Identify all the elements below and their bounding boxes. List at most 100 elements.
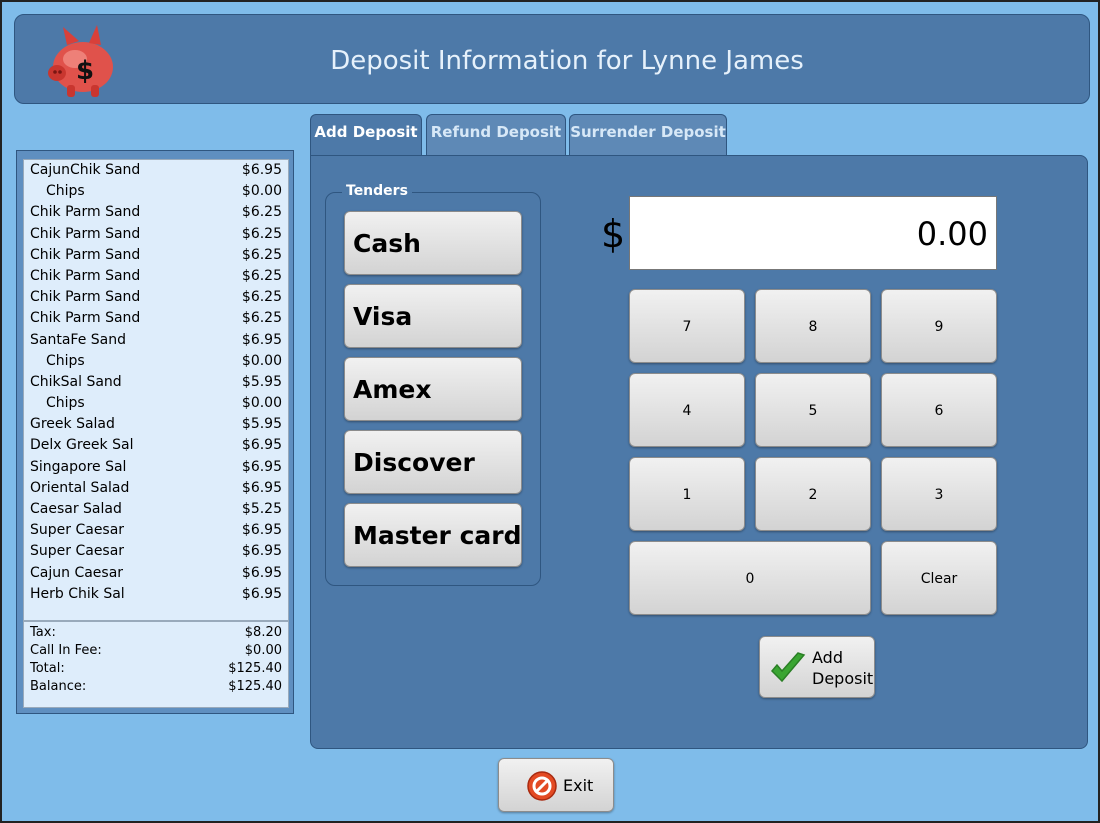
order-item-row[interactable]: Chik Parm Sand $6.25: [24, 308, 288, 329]
order-item-price: $6.95: [241, 437, 282, 454]
totals-value: $125.40: [228, 679, 282, 694]
order-item-row[interactable]: Singapore Sal $6.95: [24, 457, 288, 478]
keypad-8-button[interactable]: 8: [755, 289, 871, 363]
order-item-price: $6.95: [241, 585, 282, 602]
order-item-name: Herb Chik Sal: [30, 585, 125, 602]
order-item-row[interactable]: Chik Parm Sand $6.25: [24, 224, 288, 245]
order-item-name: Delx Greek Sal: [30, 437, 134, 454]
order-item-price: $6.95: [241, 162, 282, 178]
order-item-name: CajunChik Sand: [30, 162, 141, 178]
order-item-row[interactable]: Chips $0.00: [24, 181, 288, 202]
order-item-name: Super Caesar: [30, 522, 125, 539]
order-item-price: $6.95: [241, 458, 282, 475]
amount-display[interactable]: 0.00: [629, 196, 997, 270]
keypad-clear-button[interactable]: Clear: [881, 541, 997, 615]
order-item-row[interactable]: Chik Parm Sand $6.25: [24, 245, 288, 266]
exit-label: Exit: [563, 776, 594, 795]
totals-value: $8.20: [244, 625, 282, 640]
add-deposit-panel: Tenders Cash Visa Amex Discover Master c…: [310, 155, 1088, 749]
order-item-price: $6.25: [241, 246, 282, 263]
order-item-name: Greek Salad: [30, 416, 115, 433]
currency-symbol: $: [601, 212, 626, 256]
order-item-price: $0.00: [241, 183, 282, 200]
order-item-list[interactable]: CajunChik Sand $6.95 Chips $0.00 Chik Parm S…: [23, 159, 289, 621]
order-item-row[interactable]: Super Caesar $6.95: [24, 541, 288, 562]
order-item-price: $6.25: [241, 225, 282, 242]
totals-label: Total:: [30, 661, 65, 676]
order-item-price: $6.95: [241, 543, 282, 560]
visa-button[interactable]: Visa: [344, 284, 522, 348]
keypad-7-button[interactable]: 7: [629, 289, 745, 363]
order-item-name: Chips: [46, 352, 85, 369]
order-item-row[interactable]: CajunChik Sand $6.95: [24, 160, 288, 181]
totals-label: Balance:: [30, 679, 87, 694]
keypad-2-button[interactable]: 2: [755, 457, 871, 531]
keypad-5-button[interactable]: 5: [755, 373, 871, 447]
order-item-name: Chips: [46, 395, 85, 412]
totals-label: Call In Fee:: [30, 643, 102, 658]
order-item-row[interactable]: Chik Parm Sand $6.25: [24, 202, 288, 223]
keypad-6-button[interactable]: 6: [881, 373, 997, 447]
order-item-price: $0.00: [241, 395, 282, 412]
totals-row: Total: $125.40: [24, 658, 288, 676]
tab-refund-deposit[interactable]: Refund Deposit: [426, 114, 566, 156]
header-bar: $ Deposit Information for Lynne James: [14, 14, 1090, 104]
order-item-row[interactable]: Chips $0.00: [24, 393, 288, 414]
order-item-name: Chik Parm Sand: [30, 225, 141, 242]
totals-row: Call In Fee: $0.00: [24, 640, 288, 658]
order-item-name: Chik Parm Sand: [30, 310, 141, 327]
tenders-group: Tenders Cash Visa Amex Discover Master c…: [325, 183, 541, 586]
order-item-price: $6.95: [241, 331, 282, 348]
order-item-price: $6.25: [241, 289, 282, 306]
add-deposit-button[interactable]: Add Deposit: [759, 636, 875, 698]
order-item-price: $6.25: [241, 204, 282, 221]
order-item-price: $5.95: [241, 416, 282, 433]
tab-add-deposit[interactable]: Add Deposit: [310, 114, 422, 158]
exit-button[interactable]: Exit: [498, 758, 614, 812]
order-totals: Tax: $8.20 Call In Fee: $0.00 Total: $125.40 B…: [23, 621, 289, 708]
keypad-0-button[interactable]: 0: [629, 541, 871, 615]
order-item-row[interactable]: Chik Parm Sand $6.25: [24, 287, 288, 308]
order-item-row[interactable]: Chips $0.00: [24, 351, 288, 372]
order-item-price: $6.25: [241, 267, 282, 284]
order-item-name: Cajun Caesar: [30, 564, 124, 581]
mastercard-button[interactable]: Master card: [344, 503, 522, 567]
order-item-price: $6.95: [241, 522, 282, 539]
totals-row: Balance: $125.40: [24, 676, 288, 694]
cash-button[interactable]: Cash: [344, 211, 522, 275]
tab-surrender-deposit[interactable]: Surrender Deposit: [569, 114, 727, 156]
keypad-4-button[interactable]: 4: [629, 373, 745, 447]
keypad-9-button[interactable]: 9: [881, 289, 997, 363]
discover-button[interactable]: Discover: [344, 430, 522, 494]
order-item-row[interactable]: SantaFe Sand $6.95: [24, 330, 288, 351]
checkmark-icon: [770, 652, 806, 683]
tenders-label: Tenders: [342, 183, 412, 199]
order-item-price: $6.95: [241, 564, 282, 581]
order-item-row[interactable]: Caesar Salad $5.25: [24, 499, 288, 520]
order-item-row[interactable]: Oriental Salad $6.95: [24, 478, 288, 499]
order-item-row[interactable]: ChikSal Sand $5.95: [24, 372, 288, 393]
page-title: Deposit Information for Lynne James: [330, 46, 804, 76]
order-item-row[interactable]: Cajun Caesar $6.95: [24, 563, 288, 584]
order-item-name: Singapore Sal: [30, 458, 127, 475]
order-item-row[interactable]: Greek Salad $5.95: [24, 414, 288, 435]
order-item-price: $0.00: [241, 352, 282, 369]
order-item-row[interactable]: Herb Chik Sal $6.95: [24, 584, 288, 605]
order-item-row[interactable]: Delx Greek Sal $6.95: [24, 435, 288, 456]
totals-value: $125.40: [228, 661, 282, 676]
amex-button[interactable]: Amex: [344, 357, 522, 421]
order-item-name: Chik Parm Sand: [30, 289, 141, 306]
keypad-3-button[interactable]: 3: [881, 457, 997, 531]
order-item-name: Chik Parm Sand: [30, 246, 141, 263]
order-item-row[interactable]: Chik Parm Sand $6.25: [24, 266, 288, 287]
order-item-name: Caesar Salad: [30, 501, 122, 517]
order-item-price: $5.95: [241, 373, 282, 390]
app-window: $ Deposit Information for Lynne James Ca…: [0, 0, 1100, 823]
order-item-price: $6.25: [241, 310, 282, 327]
keypad-1-button[interactable]: 1: [629, 457, 745, 531]
add-deposit-label: Add Deposit: [812, 648, 874, 688]
order-item-price: $5.25: [241, 501, 282, 517]
order-summary-panel: CajunChik Sand $6.95 Chips $0.00 Chik Parm S…: [16, 150, 294, 714]
totals-value: $0.00: [244, 643, 282, 658]
order-item-row[interactable]: Super Caesar $6.95: [24, 520, 288, 541]
